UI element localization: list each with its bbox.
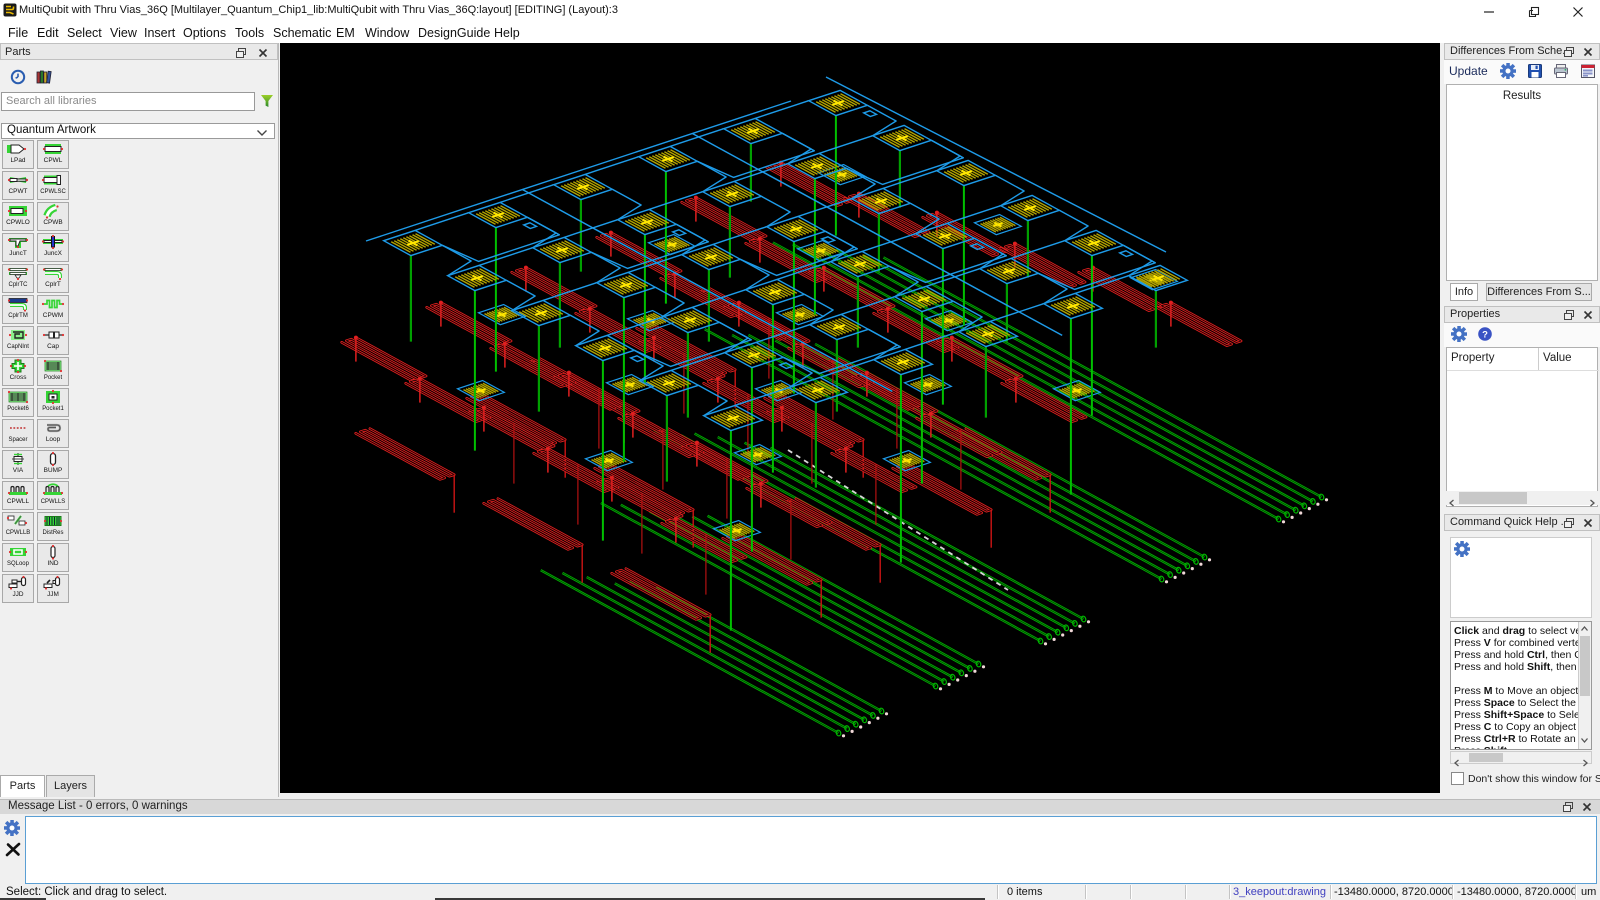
svg-text:?: ? — [1482, 329, 1488, 340]
